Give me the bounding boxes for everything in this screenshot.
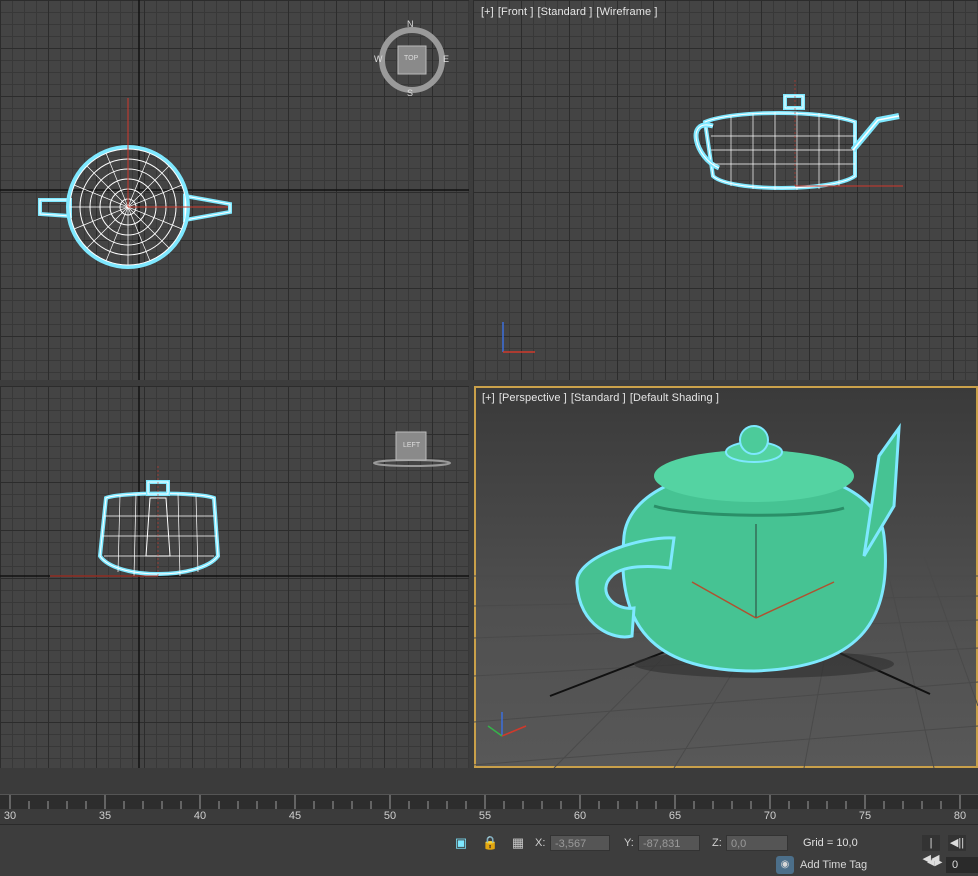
current-frame-field[interactable]: 0 (946, 857, 978, 873)
viewport-front-label[interactable]: [+] [Front ] [Standard ] [Wireframe ] (481, 6, 662, 18)
timeline-ticks (9, 795, 961, 809)
viewcube-face-label: LEFT (403, 442, 421, 449)
axis-tripod-persp (487, 712, 527, 737)
previous-frame-icon[interactable]: ◀|| (948, 835, 966, 851)
viewport-mode-label[interactable]: [Standard ] (538, 6, 593, 18)
selection-lock-icon[interactable]: 🔒 (482, 835, 498, 851)
tick-label: 60 (573, 810, 587, 822)
viewport-shading-label[interactable]: [Wireframe ] (596, 6, 657, 18)
compass-west: W (374, 54, 383, 64)
x-coordinate-field[interactable]: -3,567 (550, 835, 610, 851)
z-label: Z: (712, 837, 722, 849)
axis-tripod-front (502, 322, 535, 353)
grid-size-readout: Grid = 10,0 (803, 837, 858, 849)
viewport-pov-label[interactable]: [Front ] (498, 6, 534, 18)
tick-label: 65 (668, 810, 682, 822)
teapot-front-wireframe (693, 80, 903, 190)
tick-label: 55 (478, 810, 492, 822)
viewport-top[interactable]: TOP N S W E (0, 0, 469, 380)
timeline-ruler[interactable] (0, 794, 978, 809)
compass-south: S (407, 88, 414, 98)
go-to-start-icon[interactable]: |◀◀ (922, 835, 940, 865)
teapot-left-wireframe (50, 466, 221, 577)
tick-label: 45 (288, 810, 302, 822)
viewport-pov-label[interactable]: [Perspective ] (499, 392, 567, 404)
z-coordinate-field[interactable]: 0,0 (726, 835, 788, 851)
compass-north: N (407, 19, 414, 29)
viewport-perspective-label[interactable]: [+] [Perspective ] [Standard ] [Default Sha… (482, 392, 723, 404)
compass-east: E (443, 54, 450, 64)
time-tag-icon: ◉ (776, 856, 794, 874)
tick-label: 30 (3, 810, 17, 822)
viewcube-icon (373, 431, 451, 467)
y-coordinate-field[interactable]: -87,831 (638, 835, 700, 851)
tick-label: 50 (383, 810, 397, 822)
front-view-canvas (502, 80, 903, 353)
tick-label: 70 (763, 810, 777, 822)
viewport-shading-label[interactable]: [Default Shading ] (630, 392, 719, 404)
frame-spinner-icon[interactable]: ◀▶ (927, 857, 942, 868)
viewport-front[interactable]: [+] [Front ] [Standard ] [Wireframe ] (473, 0, 978, 380)
tick-label: 40 (193, 810, 207, 822)
viewport-menu-plus[interactable]: [+] (482, 392, 495, 404)
perspective-canvas (474, 422, 978, 768)
viewcube-face-label: TOP (404, 55, 419, 62)
viewport-left[interactable]: LEFT (0, 386, 469, 768)
isolate-icon[interactable]: ▣ (453, 835, 469, 851)
x-label: X: (535, 837, 546, 849)
absolute-mode-icon[interactable]: ▦ (510, 835, 526, 851)
track-bar[interactable]: 30 35 40 45 50 55 60 65 70 75 80 (0, 768, 978, 824)
teapot-shaded (575, 422, 901, 678)
tick-label: 35 (98, 810, 112, 822)
add-time-tag-button[interactable]: ◉ Add Time Tag (776, 856, 886, 874)
viewcube-left[interactable]: LEFT (372, 430, 452, 470)
add-time-tag-label: Add Time Tag (800, 858, 868, 871)
y-label: Y: (624, 837, 634, 849)
viewcube-top[interactable]: TOP N S W E (374, 19, 450, 98)
viewport-perspective[interactable]: [+] [Perspective ] [Standard ] [Default Sha… (474, 386, 978, 768)
status-bar: ▣ 🔒 ▦ X: -3,567 Y: -87,831 Z: 0,0 Grid =… (0, 824, 978, 876)
tick-label: 75 (858, 810, 872, 822)
viewport-menu-plus[interactable]: [+] (481, 6, 494, 18)
teapot-top-wireframe (38, 98, 232, 269)
tick-label: 80 (953, 810, 967, 822)
viewport-mode-label[interactable]: [Standard ] (571, 392, 626, 404)
